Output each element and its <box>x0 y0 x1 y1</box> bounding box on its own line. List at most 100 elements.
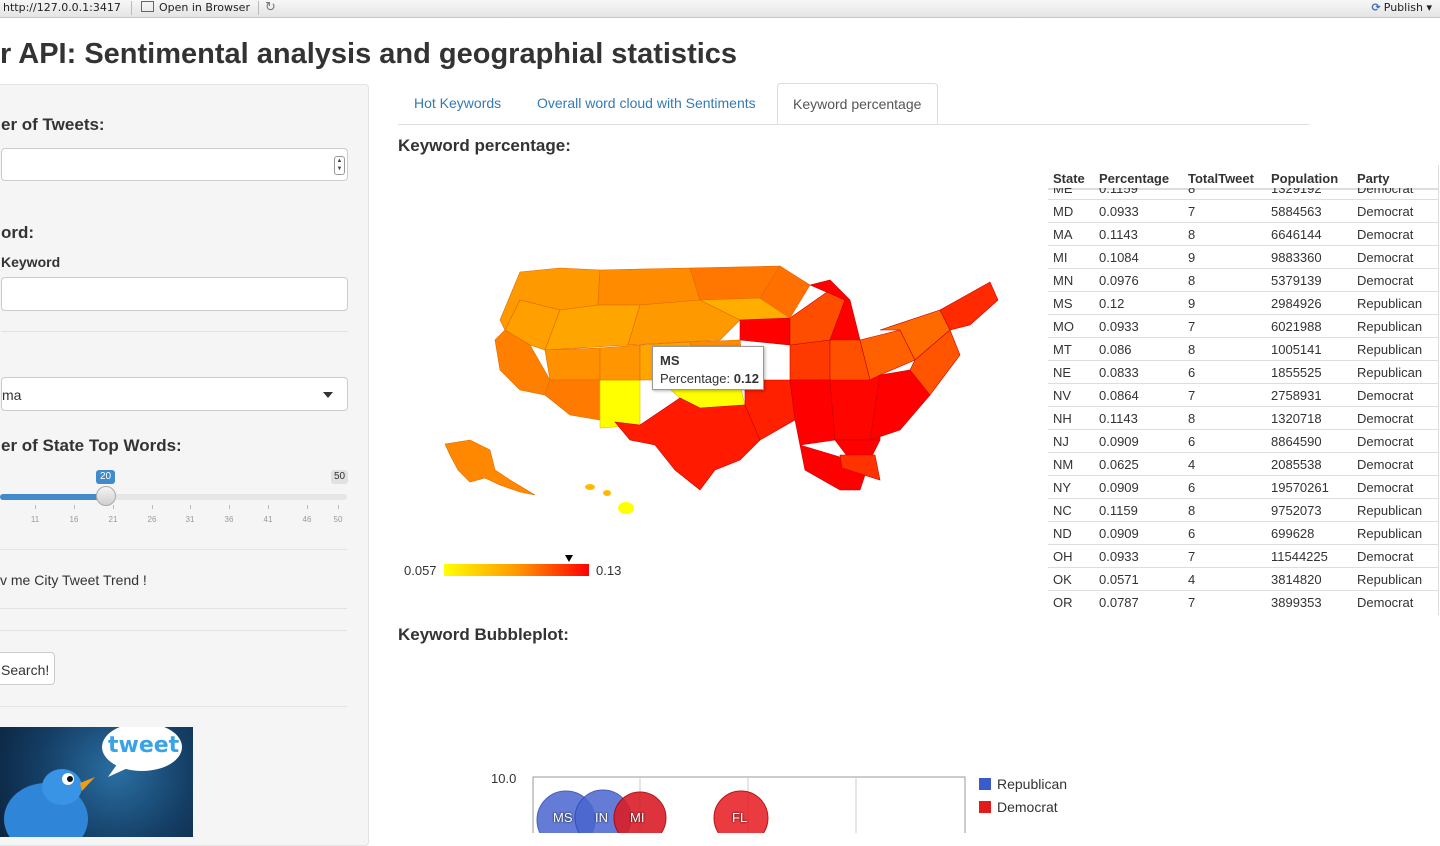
divider <box>0 549 347 550</box>
table-cell: Republican <box>1352 337 1438 361</box>
tooltip-value: 0.12 <box>733 371 760 386</box>
table-cell: Democrat <box>1352 199 1438 223</box>
stepper-icon[interactable]: ▲ ▼ <box>334 156 345 175</box>
browser-toolbar: http://127.0.0.1:3417 Open in Browser ↻ … <box>0 0 1440 18</box>
table-cell: 4 <box>1183 567 1266 591</box>
state-table-scroll[interactable]: State Percentage TotalTweet Population Party… <box>1048 165 1439 615</box>
refresh-icon[interactable]: ↻ <box>265 0 276 15</box>
table-cell: 19570261 <box>1266 475 1352 499</box>
column-header[interactable]: State <box>1048 165 1094 190</box>
keyword-label: ord: <box>1 223 35 242</box>
slider-tick-label: 21 <box>108 515 118 524</box>
column-header[interactable]: Party <box>1352 165 1438 190</box>
slider-handle[interactable] <box>96 486 116 506</box>
tooltip-label: Percentage: <box>660 371 734 386</box>
tab-keyword-percentage[interactable]: Keyword percentage <box>777 83 938 124</box>
legend-label: Democrat <box>997 799 1058 815</box>
map-state <box>544 379 601 421</box>
table-row: MT 0.086 8 1005141 Republican <box>1048 337 1438 361</box>
table-cell: Republican <box>1352 521 1438 545</box>
map-state <box>544 347 601 381</box>
url-text[interactable]: http://127.0.0.1:3417 <box>3 1 121 14</box>
column-header[interactable]: TotalTweet <box>1183 165 1266 190</box>
table-cell: 7 <box>1183 199 1266 223</box>
publish-button[interactable]: ⟳ Publish ▾ <box>1372 1 1432 14</box>
chevron-down-icon: ▾ <box>1426 1 1432 14</box>
city-trend-checkbox-label[interactable]: v me City Tweet Trend ! <box>0 572 147 588</box>
table-cell: 0.0909 <box>1094 521 1183 545</box>
table-cell: 0.0571 <box>1094 567 1183 591</box>
legend-marker-icon <box>565 555 573 562</box>
state-table: State Percentage TotalTweet Population Party… <box>1048 165 1438 615</box>
table-row: MS 0.12 9 2984926 Republican <box>1048 291 1438 315</box>
state-select-value: ma <box>2 387 22 403</box>
table-cell: 0.0787 <box>1094 590 1183 613</box>
tweet-badge-text: tweet <box>108 733 180 758</box>
table-cell: 7 <box>1183 590 1266 613</box>
table-cell: OR <box>1048 590 1094 613</box>
column-header[interactable]: Percentage <box>1094 165 1183 190</box>
divider <box>0 706 347 707</box>
table-cell: 0.0864 <box>1094 383 1183 407</box>
table-row: MA 0.1143 8 6646144 Democrat <box>1048 222 1438 246</box>
table-cell: MA <box>1048 222 1094 246</box>
table-cell: 6 <box>1183 475 1266 499</box>
table-cell: Republican <box>1352 314 1438 338</box>
map-state-hawaii <box>585 484 595 490</box>
table-row: NH 0.1143 8 1320718 Democrat <box>1048 406 1438 430</box>
map-state <box>939 281 999 331</box>
table-row: OK 0.0571 4 3814820 Republican <box>1048 567 1438 591</box>
slider-tick-label: 50 <box>333 515 343 524</box>
open-in-browser-button[interactable]: Open in Browser <box>141 1 250 14</box>
table-cell: 7 <box>1183 544 1266 568</box>
table-row: OH 0.0933 7 11544225 Democrat <box>1048 544 1438 568</box>
table-cell: Democrat <box>1352 544 1438 568</box>
table-cell: 6 <box>1183 429 1266 453</box>
tab-hot-keywords[interactable]: Hot Keywords <box>414 83 501 124</box>
table-cell: MI <box>1048 245 1094 269</box>
table-cell: 0.1143 <box>1094 222 1183 246</box>
legend-item-democrat: Democrat <box>979 799 1058 815</box>
map-state-hawaii <box>618 502 634 514</box>
table-cell: 6646144 <box>1266 222 1352 246</box>
table-cell: 0.086 <box>1094 337 1183 361</box>
tweets-count-input[interactable]: ▲ ▼ <box>1 148 348 181</box>
keyword-sublabel: Keyword <box>1 254 61 270</box>
table-row: MI 0.1084 9 9883360 Democrat <box>1048 245 1438 269</box>
tab-word-cloud[interactable]: Overall word cloud with Sentiments <box>537 83 756 124</box>
table-cell: 7 <box>1183 383 1266 407</box>
table-cell: 8 <box>1183 406 1266 430</box>
table-cell: 1320718 <box>1266 406 1352 430</box>
keyword-percentage-heading: Keyword percentage: <box>398 136 571 155</box>
table-row: NC 0.1159 8 9752073 Republican <box>1048 498 1438 522</box>
table-cell: MN <box>1048 268 1094 292</box>
legend-item-republican: Republican <box>979 776 1067 792</box>
page-title: r API: Sentimental analysis and geograph… <box>0 38 738 70</box>
state-select[interactable]: ma <box>1 377 348 411</box>
table-cell: Republican <box>1352 360 1438 384</box>
map-state-alaska <box>444 439 536 496</box>
bubbleplot-heading: Keyword Bubbleplot: <box>398 625 569 644</box>
table-cell: 0.0933 <box>1094 199 1183 223</box>
table-row: NV 0.0864 7 2758931 Democrat <box>1048 383 1438 407</box>
legend-label: Republican <box>997 776 1068 792</box>
map-state <box>599 344 641 381</box>
table-cell: 5379139 <box>1266 268 1352 292</box>
table-cell: Democrat <box>1352 475 1438 499</box>
table-cell: 8 <box>1183 268 1266 292</box>
table-cell: 0.0625 <box>1094 452 1183 476</box>
keyword-input[interactable] <box>1 277 348 311</box>
table-cell: 3814820 <box>1266 567 1352 591</box>
table-row: ND 0.0909 6 699628 Republican <box>1048 521 1438 545</box>
bubble-y-tick: 10.0 <box>491 771 517 786</box>
slider-tick-label: 46 <box>302 515 312 524</box>
column-header[interactable]: Population <box>1266 165 1352 190</box>
table-cell: 9883360 <box>1266 245 1352 269</box>
table-cell: NY <box>1048 475 1094 499</box>
table-cell: 0.0933 <box>1094 544 1183 568</box>
map-tooltip: MS Percentage: 0.12 <box>652 346 764 390</box>
color-legend-bar <box>444 564 589 576</box>
search-button[interactable]: Search! <box>0 652 55 685</box>
table-cell: 6 <box>1183 360 1266 384</box>
table-cell: 9 <box>1183 291 1266 315</box>
